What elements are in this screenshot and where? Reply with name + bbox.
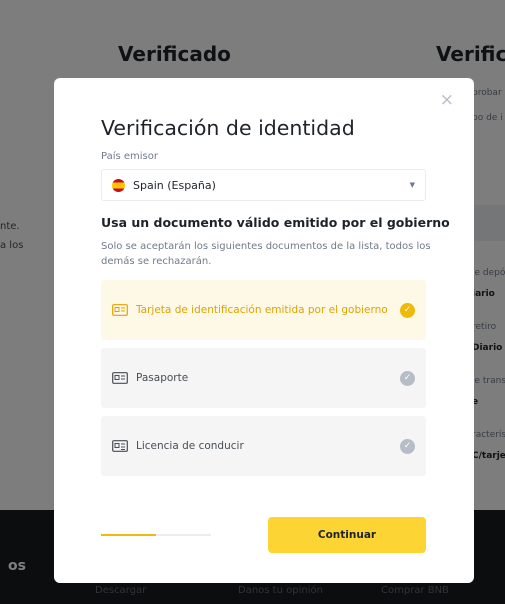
document-section-description: Solo se aceptarán los siguientes documen… <box>101 241 431 267</box>
document-section-title: Usa un documento válido emitido por el g… <box>101 215 450 230</box>
identity-verification-modal: × Verificación de identidad País emisor … <box>54 78 474 583</box>
option-label: Licencia de conducir <box>136 440 244 452</box>
option-label: Tarjeta de identificación emitida por el… <box>136 304 388 316</box>
option-driver-license[interactable]: Licencia de conducir ✓ <box>101 416 426 476</box>
option-passport[interactable]: Pasaporte ✓ <box>101 348 426 408</box>
driver-license-icon <box>112 440 128 452</box>
country-select[interactable]: Spain (España) ▼ <box>101 169 426 201</box>
continue-button[interactable]: Continuar <box>268 517 426 553</box>
id-card-icon <box>112 304 128 316</box>
progress-bar <box>101 534 211 536</box>
check-icon: ✓ <box>400 370 415 386</box>
check-icon: ✓ <box>400 438 415 454</box>
modal-title: Verificación de identidad <box>101 116 355 140</box>
country-label: País emisor <box>101 151 158 162</box>
option-label: Pasaporte <box>136 372 189 384</box>
chevron-down-icon: ▼ <box>409 181 415 189</box>
progress-fill <box>101 534 156 536</box>
close-icon[interactable]: × <box>440 92 454 109</box>
passport-icon <box>112 372 128 384</box>
option-id-card[interactable]: Tarjeta de identificación emitida por el… <box>101 280 426 340</box>
spain-flag-icon <box>112 178 125 192</box>
country-value: Spain (España) <box>133 178 216 192</box>
check-icon: ✓ <box>400 302 415 318</box>
